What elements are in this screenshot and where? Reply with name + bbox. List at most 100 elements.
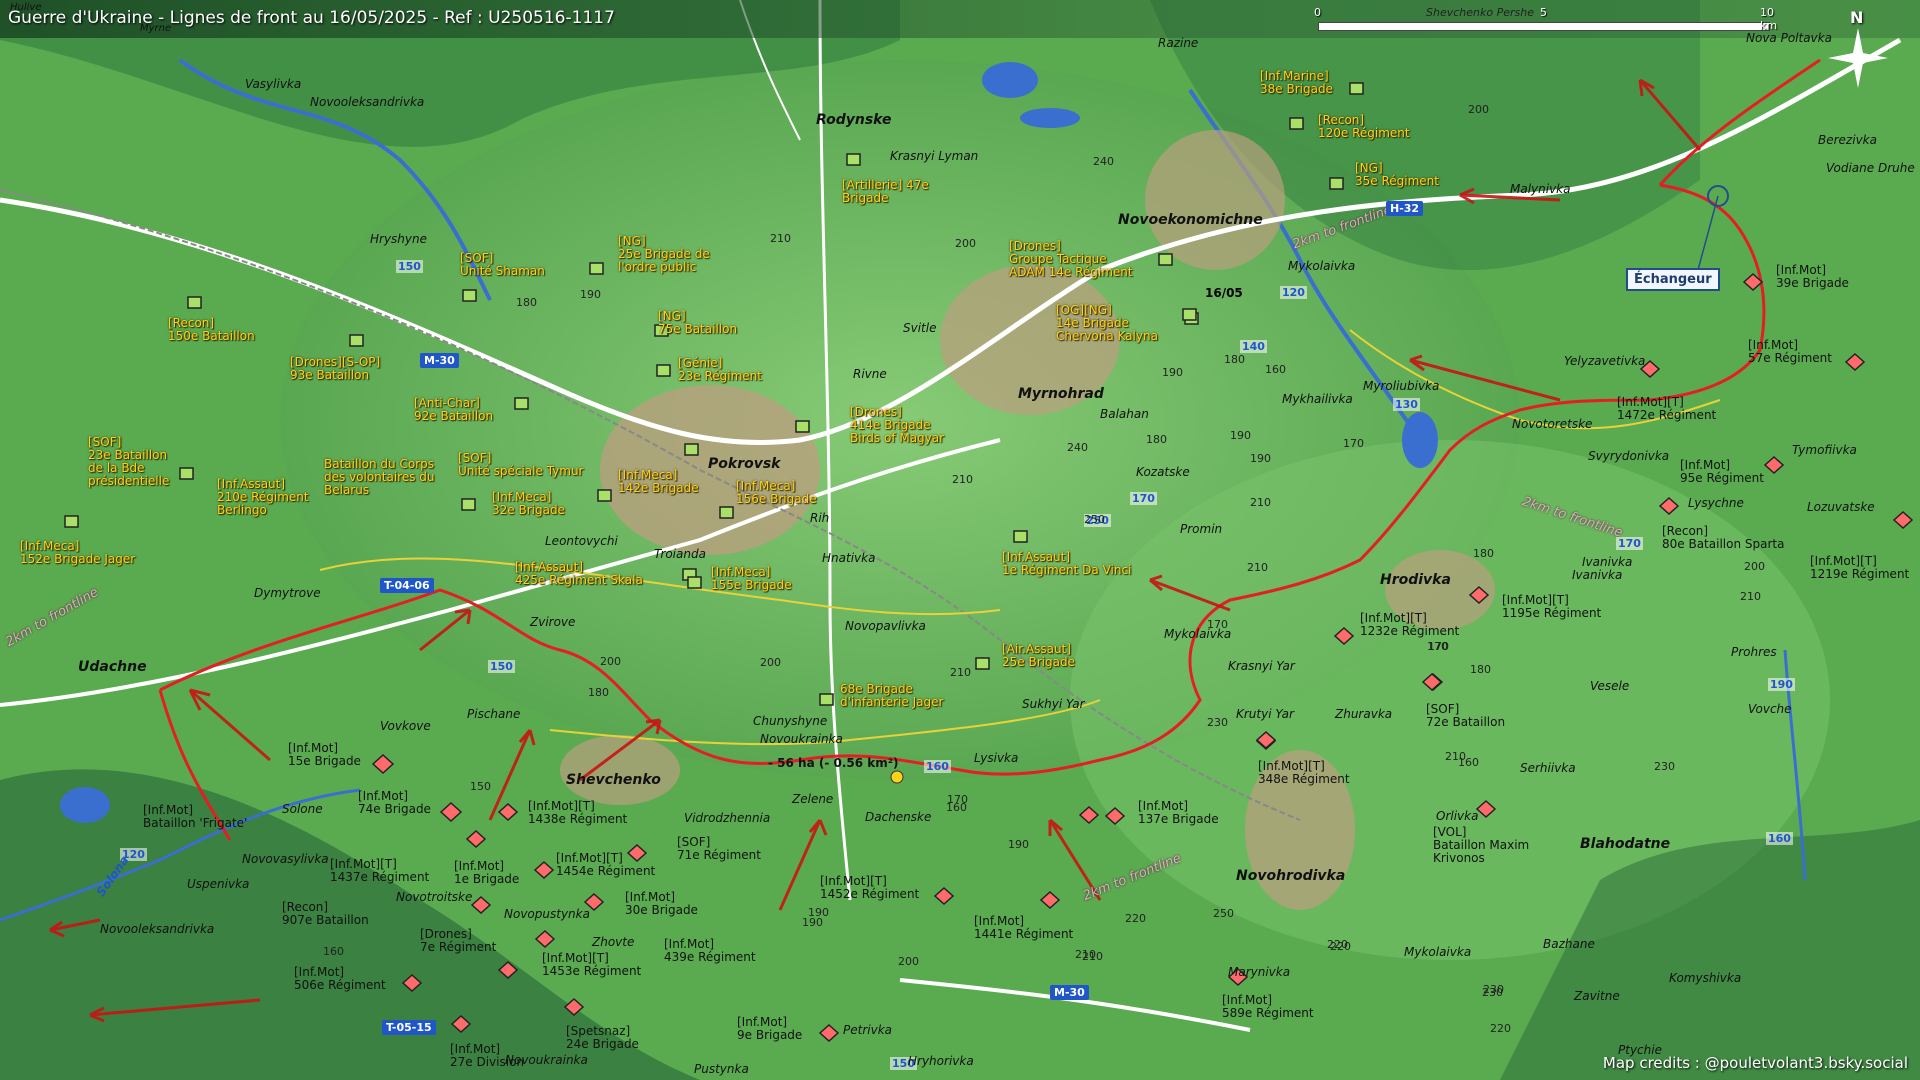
unit-label-ukraine[interactable]: [Inf.Meca] 156e Brigade xyxy=(736,480,817,506)
unit-label-russia[interactable]: [Inf.Mot] 27e Division xyxy=(450,1043,524,1069)
unit-label-russia[interactable]: [Inf.Mot] 74e Brigade xyxy=(358,790,431,816)
unit-label-russia[interactable]: [Inf.Mot][T] 1453e Régiment xyxy=(542,952,641,978)
town-label: Petrivka xyxy=(843,1023,892,1037)
unit-label-ukraine[interactable]: [SOF] Unité spéciale Tymur xyxy=(458,452,583,478)
unit-label-russia[interactable]: [Inf.Mot][T] 1437e Régiment xyxy=(330,858,429,884)
elevation: 210 xyxy=(1740,590,1761,603)
unit-label-russia[interactable]: [SOF] 71e Régiment xyxy=(677,836,761,862)
unit-label-ukraine[interactable]: [Inf.Marine] 38e Brigade xyxy=(1260,70,1333,96)
unit-label-russia[interactable]: [Inf.Mot] 137e Brigade xyxy=(1138,800,1219,826)
road-number: 130 xyxy=(1393,398,1420,411)
elevation: 210 xyxy=(1082,950,1103,963)
town-label: Yelyzavetivka xyxy=(1564,354,1646,368)
elevation: 190 xyxy=(1230,429,1251,442)
unit-label-ukraine[interactable]: [Anti-Char] 92e Bataillon xyxy=(414,397,493,423)
unit-label-russia[interactable]: [Inf.Mot][T] 1438e Régiment xyxy=(528,800,627,826)
unit-label-ukraine[interactable]: [Recon] 150e Bataillon xyxy=(168,317,255,343)
unit-label-ukraine[interactable]: [OG][NG] 14e Brigade Chervona Kalyna xyxy=(1056,304,1158,343)
town-label: Novopustynka xyxy=(504,907,590,921)
unit-label-russia[interactable]: [Inf.Mot] 1441e Régiment xyxy=(974,915,1073,941)
scale-label-0: 0 xyxy=(1314,6,1321,19)
unit-label-ukraine[interactable]: [Inf.Meca] 152e Brigade Jager xyxy=(20,540,135,566)
unit-label-ukraine[interactable]: [Génie] 23e Régiment xyxy=(678,357,762,383)
town-label: Uspenivka xyxy=(187,877,250,891)
scale-label-5: 5 xyxy=(1540,6,1547,19)
unit-label-russia[interactable]: [VOL] Bataillon Maxim Krivonos xyxy=(1433,826,1529,865)
town-label: Nova Poltavka xyxy=(1746,31,1832,45)
unit-label-ukraine[interactable]: [NG] 75e Bataillon xyxy=(658,310,737,336)
unit-label-ukraine[interactable]: [NG] 35e Régiment xyxy=(1355,162,1439,188)
unit-label-russia[interactable]: [Inf.Mot] 95e Régiment xyxy=(1680,459,1764,485)
elevation: 200 xyxy=(1468,103,1489,116)
elevation: 240 xyxy=(1093,155,1114,168)
unit-label-ukraine[interactable]: [Recon] 120e Régiment xyxy=(1318,114,1410,140)
town-label: Novovasylivka xyxy=(242,852,329,866)
town-label: Hryhorivka xyxy=(908,1054,974,1068)
elevation: 190 xyxy=(1250,452,1271,465)
city-label: Blahodatne xyxy=(1580,836,1671,852)
unit-label-ukraine[interactable]: [Inf.Assaut] 210e Régiment Berlingo xyxy=(217,478,309,517)
unit-label-russia[interactable]: [Inf.Mot][T] 1472e Régiment xyxy=(1617,396,1716,422)
unit-label-russia[interactable]: [Inf.Mot][T] 1454e Régiment xyxy=(556,852,655,878)
town-label: Zavitne xyxy=(1574,989,1620,1003)
elevation: 160 xyxy=(323,945,344,958)
unit-label-ukraine[interactable]: [NG] 25e Brigade de l'ordre public xyxy=(618,235,710,274)
elevation: 190 xyxy=(1162,366,1183,379)
elevation: 250 xyxy=(1084,513,1105,526)
unit-label-russia[interactable]: [Inf.Mot] 589e Régiment xyxy=(1222,994,1314,1020)
unit-label-russia[interactable]: [Inf.Mot] 15e Brigade xyxy=(288,742,361,768)
elevation: 210 xyxy=(1247,561,1268,574)
unit-label-russia[interactable]: [SOF] 72e Bataillon xyxy=(1426,703,1505,729)
town-label: Prohres xyxy=(1731,645,1777,659)
road-sign: T-05-15 xyxy=(382,1020,436,1035)
unit-label-ukraine[interactable]: Bataillon du Corps des volontaires du Be… xyxy=(324,458,435,497)
unit-label-russia[interactable]: [Inf.Mot] 506e Régiment xyxy=(294,966,386,992)
unit-label-russia[interactable]: [Spetsnaz] 24e Brigade xyxy=(566,1025,639,1051)
unit-label-russia[interactable]: [Inf.Mot] 39e Brigade xyxy=(1776,264,1849,290)
unit-label-ukraine[interactable]: [Artillerie] 47e Brigade xyxy=(842,179,929,205)
road-sign: T-04-06 xyxy=(380,578,434,593)
road-sign: M-30 xyxy=(420,353,459,368)
unit-label-russia[interactable]: [Inf.Mot] 439e Régiment xyxy=(664,938,756,964)
unit-label-russia[interactable]: [Inf.Mot] 30e Brigade xyxy=(625,891,698,917)
unit-label-ukraine[interactable]: 68e Brigade d'infanterie Jager xyxy=(840,683,943,709)
unit-label-russia[interactable]: [Recon] 907e Bataillon xyxy=(282,901,369,927)
unit-label-russia[interactable]: [Inf.Mot] Bataillon 'Frigate' xyxy=(143,804,247,830)
unit-label-russia[interactable]: [Inf.Mot] 9e Brigade xyxy=(737,1016,802,1042)
unit-label-ukraine[interactable]: [Inf.Meca] 155e Brigade xyxy=(711,566,792,592)
unit-label-ukraine[interactable]: [SOF] 23e Bataillon de la Bde présidenti… xyxy=(88,436,169,488)
unit-label-russia[interactable]: [Inf.Mot][T] 348e Régiment xyxy=(1258,760,1350,786)
unit-label-russia[interactable]: [Inf.Mot][T] 1219e Régiment xyxy=(1810,555,1909,581)
unit-label-ukraine[interactable]: [Inf.Assaut] 425e Régiment Skala xyxy=(515,561,643,587)
unit-label-ukraine[interactable]: [Inf.Meca] 32e Brigade xyxy=(492,491,565,517)
unit-label-ukraine[interactable]: [Inf.Meca] 142e Brigade xyxy=(618,469,699,495)
unit-label-ukraine[interactable]: [Air.Assaut] 25e Brigade xyxy=(1002,643,1075,669)
town-label: Orlivka xyxy=(1436,809,1479,823)
town-label: Myrne xyxy=(140,23,172,34)
elevation: 180 xyxy=(1470,663,1491,676)
elevation: 200 xyxy=(1744,560,1765,573)
elevation: 210 xyxy=(1250,496,1271,509)
town-label: Ivanivka xyxy=(1572,568,1623,582)
unit-label-ukraine[interactable]: [Drones][S-OP] 93e Bataillon xyxy=(290,356,380,382)
unit-label-ukraine[interactable]: [Drones] 414e Brigade Birds of Magyar xyxy=(850,406,944,445)
elevation: 200 xyxy=(600,655,621,668)
town-label: Lysychne xyxy=(1688,496,1744,510)
unit-label-russia[interactable]: [Drones] 7e Régiment xyxy=(420,928,496,954)
elevation: 220 xyxy=(1490,1022,1511,1035)
unit-label-ukraine[interactable]: [SOF] Unité Shaman xyxy=(460,252,545,278)
elevation: 200 xyxy=(760,656,781,669)
date-label: 16/05 xyxy=(1205,286,1243,300)
unit-label-russia[interactable]: [Recon] 80e Bataillon Sparta xyxy=(1662,525,1784,551)
unit-label-russia[interactable]: [Inf.Mot][T] 1452e Régiment xyxy=(820,875,919,901)
town-label: Vovche xyxy=(1748,702,1792,716)
unit-label-ukraine[interactable]: [Inf.Assaut] 1e Régiment Da Vinci xyxy=(1002,551,1131,577)
town-label: Bazhane xyxy=(1543,937,1595,951)
town-label: Tymofiivka xyxy=(1792,443,1857,457)
unit-label-russia[interactable]: [Inf.Mot][T] 1232e Régiment xyxy=(1360,612,1459,638)
unit-label-russia[interactable]: [Inf.Mot] 57e Régiment xyxy=(1748,339,1832,365)
unit-label-russia[interactable]: [Inf.Mot][T] 1195e Régiment xyxy=(1502,594,1601,620)
unit-label-ukraine[interactable]: [Drones] Groupe Tactique ADAM 14e Régime… xyxy=(1009,240,1133,279)
unit-label-russia[interactable]: [Inf.Mot] 1e Brigade xyxy=(454,860,519,886)
elevation: 220 xyxy=(1330,940,1351,953)
